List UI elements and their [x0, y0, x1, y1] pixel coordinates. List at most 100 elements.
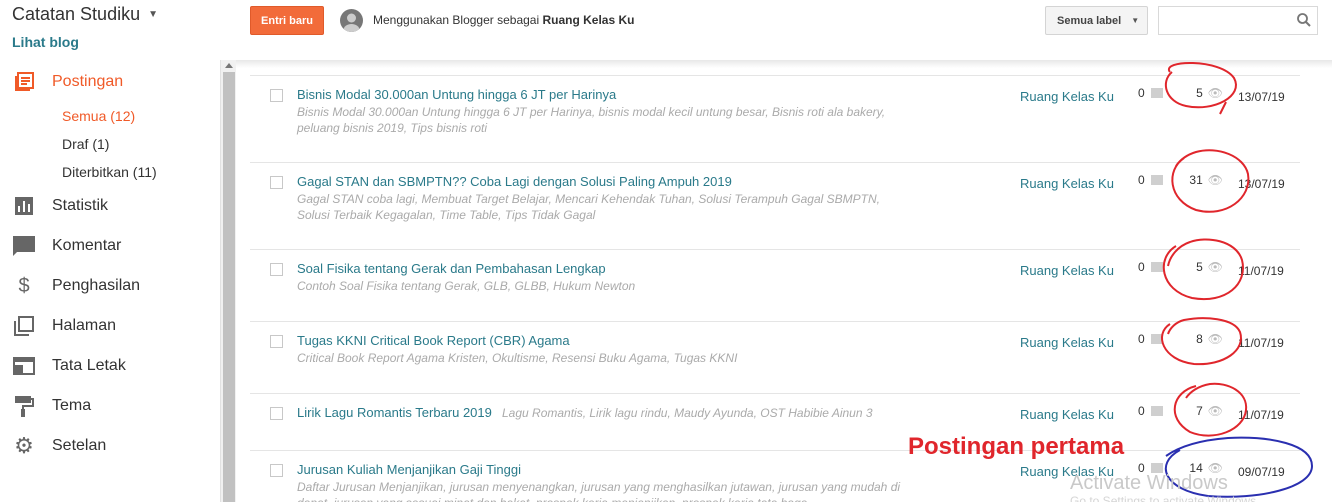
view-count: 5: [1196, 260, 1203, 274]
sidebar-item-label: Komentar: [52, 237, 122, 254]
search-input[interactable]: [1158, 6, 1318, 35]
sidebar-item-label: Postingan: [52, 73, 124, 90]
posts-icon: [12, 70, 36, 94]
post-checkbox[interactable]: [270, 89, 283, 102]
view-count: 7: [1196, 404, 1203, 418]
post-labels: Lagu Romantis, Lirik lagu rindu, Maudy A…: [502, 406, 873, 420]
gear-icon: ⚙: [14, 433, 34, 458]
comment-count: 0: [1138, 332, 1145, 346]
post-row[interactable]: Tugas KKNI Critical Book Report (CBR) Ag…: [250, 321, 1300, 393]
post-title[interactable]: Bisnis Modal 30.000an Untung hingga 6 JT…: [297, 87, 616, 102]
post-comment-count[interactable]: 0: [1138, 173, 1163, 187]
sidebar-item-layout[interactable]: Tata Letak: [0, 346, 220, 386]
sidebar-item-stats[interactable]: Statistik: [0, 186, 220, 226]
comment-count: 0: [1138, 404, 1145, 418]
eye-icon: 👁: [1207, 86, 1223, 100]
post-title[interactable]: Lirik Lagu Romantis Terbaru 2019: [297, 405, 492, 420]
sidebar-nav: Postingan Semua (12) Draf (1) Diterbitka…: [0, 62, 220, 466]
paint-roller-icon: [12, 394, 36, 418]
pages-icon: [12, 314, 36, 338]
post-view-count: 7 👁: [1173, 404, 1223, 418]
account-name: Ruang Kelas Ku: [542, 13, 635, 27]
avatar[interactable]: [340, 9, 363, 32]
post-labels: Daftar Jurusan Menjanjikan, jurusan meny…: [297, 480, 901, 502]
comment-bubble-icon: [1150, 334, 1163, 344]
subnav-item-drafts[interactable]: Draf (1): [0, 130, 220, 158]
post-author[interactable]: Ruang Kelas Ku: [1020, 89, 1114, 104]
post-author[interactable]: Ruang Kelas Ku: [1020, 407, 1114, 422]
sidebar-item-earnings[interactable]: $ Penghasilan: [0, 266, 220, 306]
post-checkbox[interactable]: [270, 335, 283, 348]
view-blog-link[interactable]: Lihat blog: [12, 34, 79, 50]
post-checkbox[interactable]: [270, 464, 283, 477]
post-labels: Gagal STAN coba lagi, Membuat Target Bel…: [297, 192, 880, 222]
post-row[interactable]: Bisnis Modal 30.000an Untung hingga 6 JT…: [250, 75, 1300, 162]
post-row[interactable]: Gagal STAN dan SBMPTN?? Coba Lagi dengan…: [250, 162, 1300, 249]
sidebar-item-posts[interactable]: Postingan: [0, 62, 220, 102]
sidebar-item-label: Statistik: [52, 197, 109, 214]
post-author[interactable]: Ruang Kelas Ku: [1020, 263, 1114, 278]
post-author[interactable]: Ruang Kelas Ku: [1020, 176, 1114, 191]
label-filter-text: Semua label: [1057, 14, 1122, 27]
post-row[interactable]: Lirik Lagu Romantis Terbaru 2019 Lagu Ro…: [250, 393, 1300, 450]
post-title[interactable]: Tugas KKNI Critical Book Report (CBR) Ag…: [297, 333, 570, 348]
comment-bubble-icon: [1150, 406, 1163, 416]
sidebar-item-pages[interactable]: Halaman: [0, 306, 220, 346]
post-checkbox[interactable]: [270, 263, 283, 276]
post-comment-count[interactable]: 0: [1138, 332, 1163, 346]
sidebar-item-label: Halaman: [52, 317, 117, 334]
post-labels: Bisnis Modal 30.000an Untung hingga 6 JT…: [297, 105, 886, 135]
post-date: 09/07/19: [1238, 465, 1285, 479]
new-post-button[interactable]: Entri baru: [250, 6, 324, 35]
label-filter-dropdown[interactable]: Semua label ▼: [1045, 6, 1148, 35]
post-comment-count[interactable]: 0: [1138, 404, 1163, 418]
post-title[interactable]: Jurusan Kuliah Menjanjikan Gaji Tinggi: [297, 462, 521, 477]
view-count: 8: [1196, 332, 1203, 346]
scroll-up-arrow-icon[interactable]: [225, 63, 233, 68]
layout-icon: [12, 354, 36, 378]
sidebar-scrollbar[interactable]: [220, 60, 236, 502]
post-checkbox[interactable]: [270, 407, 283, 420]
subnav-item-all[interactable]: Semua (12): [0, 102, 220, 130]
post-comment-count[interactable]: 0: [1138, 260, 1163, 274]
sidebar-item-settings[interactable]: ⚙ Setelan: [0, 426, 220, 466]
sidebar-item-comments[interactable]: Komentar: [0, 226, 220, 266]
blogger-dashboard: Catatan Studiku ▼ Lihat blog Postingan S…: [0, 0, 1332, 502]
annotation-label: Postingan pertama: [908, 433, 1125, 460]
post-view-count: 31 👁: [1173, 173, 1223, 187]
comment-bubble-icon: [1150, 175, 1163, 185]
windows-watermark-subtitle: Go to Settings to activate Windows.: [1070, 494, 1260, 502]
post-view-count: 5 👁: [1173, 86, 1223, 100]
post-date: 11/07/19: [1238, 408, 1284, 422]
stats-icon: [12, 194, 36, 218]
sidebar: Catatan Studiku ▼ Lihat blog Postingan S…: [0, 0, 220, 502]
post-date: 13/07/19: [1238, 90, 1285, 104]
post-date: 11/07/19: [1238, 336, 1284, 350]
sidebar-item-label: Tata Letak: [52, 357, 126, 374]
subnav-item-published[interactable]: Diterbitkan (11): [0, 158, 220, 186]
blog-title: Catatan Studiku: [12, 4, 141, 24]
post-date: 13/07/19: [1238, 177, 1285, 191]
post-view-count: 8 👁: [1173, 332, 1223, 346]
post-title[interactable]: Gagal STAN dan SBMPTN?? Coba Lagi dengan…: [297, 174, 732, 189]
eye-icon: 👁: [1207, 260, 1223, 274]
search-icon: [1297, 13, 1311, 32]
view-count: 5: [1196, 86, 1203, 100]
eye-icon: 👁: [1207, 332, 1223, 346]
post-checkbox[interactable]: [270, 176, 283, 189]
post-author[interactable]: Ruang Kelas Ku: [1020, 335, 1114, 350]
post-title[interactable]: Soal Fisika tentang Gerak dan Pembahasan…: [297, 261, 606, 276]
caret-down-icon: ▼: [148, 9, 158, 20]
post-comment-count[interactable]: 0: [1138, 86, 1163, 100]
eye-icon: 👁: [1207, 173, 1223, 187]
comment-count: 0: [1138, 260, 1145, 274]
blog-title-dropdown[interactable]: Catatan Studiku ▼: [12, 4, 158, 25]
sidebar-item-label: Penghasilan: [52, 277, 141, 294]
scrollbar-thumb[interactable]: [223, 72, 235, 502]
sidebar-item-theme[interactable]: Tema: [0, 386, 220, 426]
eye-icon: 👁: [1207, 404, 1223, 418]
post-labels: Critical Book Report Agama Kristen, Okul…: [297, 351, 738, 365]
account-prefix: Menggunakan Blogger sebagai: [373, 13, 543, 27]
comment-bubble-icon: [1150, 262, 1163, 272]
post-row[interactable]: Soal Fisika tentang Gerak dan Pembahasan…: [250, 249, 1300, 321]
